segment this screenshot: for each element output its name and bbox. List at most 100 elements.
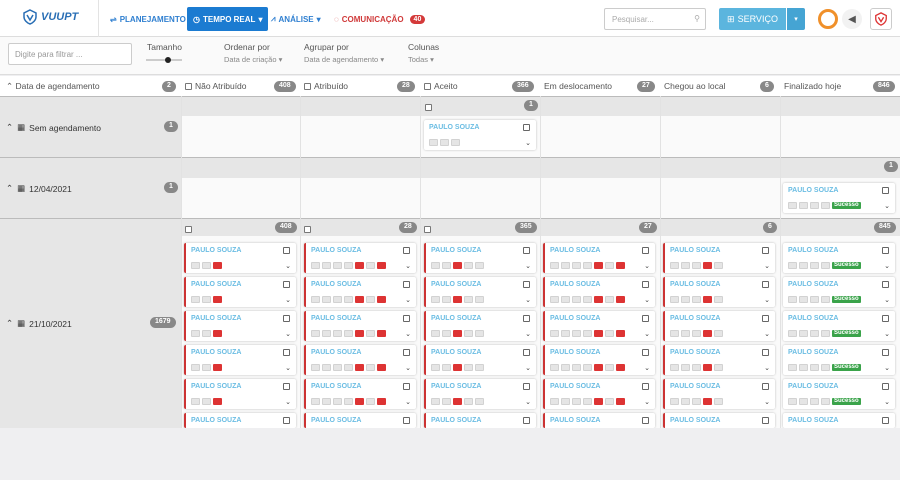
card-action-icon[interactable] (333, 364, 342, 371)
chevron-down-icon[interactable]: ⌄ (644, 330, 650, 338)
card-action-icon[interactable] (366, 364, 375, 371)
card-action-icon[interactable] (442, 330, 451, 337)
column-header-finalizado[interactable]: Finalizado hoje (780, 76, 841, 96)
card-action-icon[interactable] (594, 398, 603, 405)
card-checkbox[interactable] (642, 383, 649, 390)
card-action-icon[interactable] (442, 398, 451, 405)
card-action-icon[interactable] (191, 398, 200, 405)
card-action-icon[interactable] (202, 262, 211, 269)
task-card[interactable]: PAULO SOUZA ⌄ (184, 379, 296, 409)
card-action-icon[interactable] (670, 296, 679, 303)
card-action-icon[interactable] (821, 364, 830, 371)
chevron-down-icon[interactable]: ⌄ (644, 296, 650, 304)
card-action-icon[interactable] (714, 330, 723, 337)
card-action-icon[interactable] (344, 296, 353, 303)
card-checkbox[interactable] (403, 247, 410, 254)
card-checkbox[interactable] (523, 417, 530, 424)
card-action-icon[interactable] (605, 364, 614, 371)
card-action-icon[interactable] (442, 296, 451, 303)
column-header-chegou[interactable]: Chegou ao local (660, 76, 725, 96)
card-action-icon[interactable] (670, 262, 679, 269)
chevron-down-icon[interactable]: ⌄ (285, 398, 291, 406)
vuupt-logo[interactable]: VUUPT (22, 9, 78, 25)
card-action-icon[interactable] (355, 296, 364, 303)
chevron-down-icon[interactable]: ⌄ (644, 364, 650, 372)
group-group[interactable]: Agrupar por Data de agendamento ▾ (304, 42, 384, 64)
card-checkbox[interactable] (882, 417, 889, 424)
card-action-icon[interactable] (311, 364, 320, 371)
task-card[interactable]: PAULO SOUZA ⌄ (663, 345, 775, 375)
card-action-icon[interactable] (703, 262, 712, 269)
card-action-icon[interactable] (202, 364, 211, 371)
column-header-nao-atribuido[interactable]: Não Atribuído (181, 76, 247, 96)
task-card[interactable]: PAULO SOUZA ⌄ (543, 379, 655, 409)
card-action-icon[interactable] (583, 330, 592, 337)
card-action-icon[interactable] (799, 262, 808, 269)
card-checkbox[interactable] (762, 315, 769, 322)
card-action-icon[interactable] (703, 330, 712, 337)
task-card[interactable]: PAULO SOUZA Sucesso ⌄ (783, 345, 895, 375)
card-action-icon[interactable] (431, 262, 440, 269)
search-input[interactable]: Pesquisar... ⚲ (604, 8, 706, 30)
card-action-icon[interactable] (821, 330, 830, 337)
card-action-icon[interactable] (311, 330, 320, 337)
card-checkbox[interactable] (882, 315, 889, 322)
card-action-icon[interactable] (616, 364, 625, 371)
card-action-icon[interactable] (431, 398, 440, 405)
size-slider[interactable] (146, 57, 182, 63)
task-card[interactable]: PAULO SOUZA ⌄ (424, 277, 536, 307)
card-action-icon[interactable] (692, 330, 701, 337)
card-action-icon[interactable] (431, 296, 440, 303)
task-card[interactable]: PAULO SOUZA ⌄ (184, 345, 296, 375)
card-action-icon[interactable] (333, 296, 342, 303)
chevron-down-icon[interactable]: ⌄ (405, 296, 411, 304)
card-action-icon[interactable] (475, 262, 484, 269)
card-action-icon[interactable] (191, 330, 200, 337)
card-action-icon[interactable] (366, 262, 375, 269)
card-action-icon[interactable] (810, 364, 819, 371)
task-card[interactable]: PAULO SOUZA ⌄ (424, 311, 536, 341)
task-card[interactable]: PAULO SOUZA ⌄ (304, 379, 416, 409)
chevron-down-icon[interactable]: ⌄ (764, 364, 770, 372)
card-action-icon[interactable] (202, 330, 211, 337)
card-action-icon[interactable] (810, 296, 819, 303)
task-card[interactable]: PAULO SOUZA Sucesso ⌄ (783, 379, 895, 409)
chevron-down-icon[interactable]: ⌄ (764, 398, 770, 406)
card-action-icon[interactable] (810, 330, 819, 337)
card-action-icon[interactable] (681, 296, 690, 303)
card-action-icon[interactable] (344, 330, 353, 337)
chevron-down-icon[interactable]: ⌄ (884, 398, 890, 406)
card-action-icon[interactable] (583, 296, 592, 303)
card-checkbox[interactable] (403, 281, 410, 288)
card-action-icon[interactable] (681, 262, 690, 269)
task-card[interactable]: PAULO SOUZA (304, 413, 416, 428)
card-action-icon[interactable] (703, 398, 712, 405)
card-action-icon[interactable] (714, 262, 723, 269)
card-action-icon[interactable] (213, 398, 222, 405)
card-action-icon[interactable] (213, 330, 222, 337)
card-checkbox[interactable] (762, 383, 769, 390)
card-checkbox[interactable] (523, 281, 530, 288)
column-header-date[interactable]: ⌃ Data de agendamento (2, 76, 100, 96)
card-action-icon[interactable] (344, 398, 353, 405)
card-action-icon[interactable] (366, 296, 375, 303)
card-action-icon[interactable] (561, 296, 570, 303)
task-card[interactable]: PAULO SOUZA ⌄ (424, 243, 536, 273)
card-action-icon[interactable] (191, 364, 200, 371)
task-card[interactable]: PAULO SOUZA ⌄ (304, 311, 416, 341)
card-action-icon[interactable] (333, 330, 342, 337)
checkbox[interactable] (304, 82, 311, 90)
card-action-icon[interactable] (605, 398, 614, 405)
chevron-down-icon[interactable]: ⌄ (285, 296, 291, 304)
card-action-icon[interactable] (464, 364, 473, 371)
nav-analise[interactable]: ⩘ ANÁLISE ▾ (271, 7, 321, 31)
task-card[interactable]: PAULO SOUZA ⌄ (184, 311, 296, 341)
task-card[interactable]: PAULO SOUZA (184, 413, 296, 428)
chevron-down-icon[interactable]: ⌄ (405, 364, 411, 372)
card-action-icon[interactable] (616, 330, 625, 337)
card-action-icon[interactable] (788, 296, 797, 303)
card-action-icon[interactable] (322, 262, 331, 269)
card-checkbox[interactable] (642, 281, 649, 288)
card-action-icon[interactable] (572, 262, 581, 269)
card-action-icon[interactable] (475, 398, 484, 405)
